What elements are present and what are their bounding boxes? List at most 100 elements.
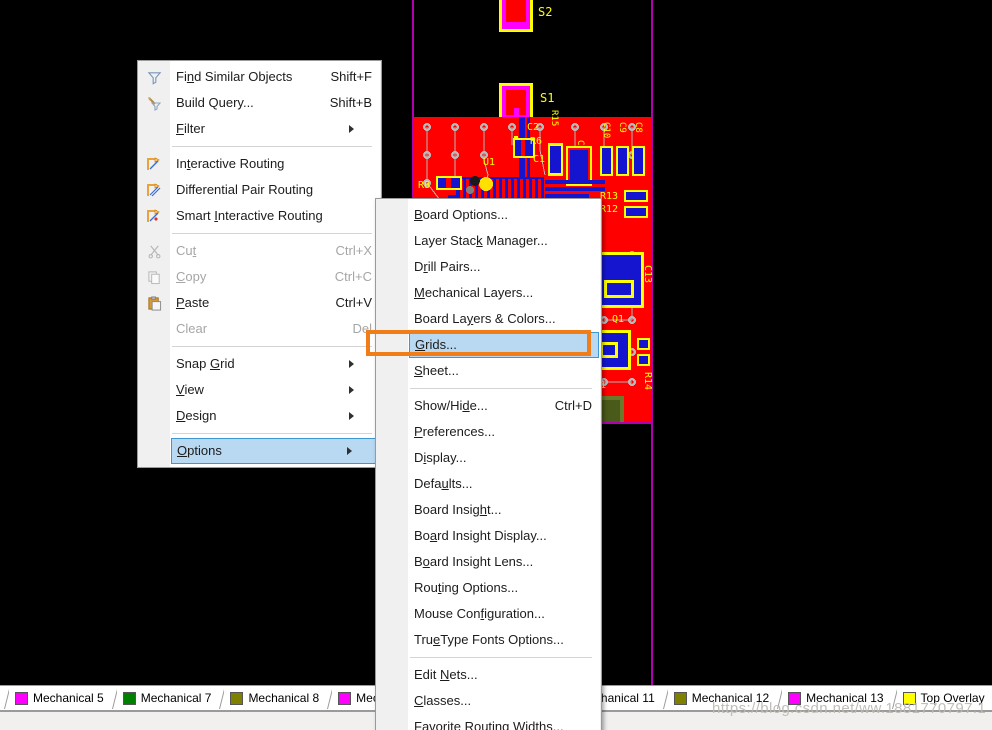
chevron-right-icon bbox=[349, 412, 372, 420]
menu-icon-gutter bbox=[139, 62, 171, 466]
submenu-item-favorite-routing-widths[interactable]: Favorite Routing Widths... bbox=[408, 714, 600, 730]
menu-item-label: Options bbox=[177, 439, 222, 463]
layer-color-swatch bbox=[123, 692, 136, 705]
submenu-item-board-insight[interactable]: Board Insight... bbox=[408, 497, 600, 523]
layer-tab-mechanical-13[interactable]: Mechanical 13 bbox=[782, 686, 887, 710]
layer-color-swatch bbox=[903, 692, 916, 705]
menu-item-label: Mechanical Layers... bbox=[414, 280, 533, 306]
layer-tab-mechanical-12[interactable]: Mechanical 12 bbox=[668, 686, 773, 710]
submenu-item-sheet[interactable]: Sheet... bbox=[408, 358, 600, 384]
svg-text:C1: C1 bbox=[533, 154, 545, 165]
svg-text:Q1: Q1 bbox=[612, 314, 624, 325]
menu-item-accel: Ctrl+C bbox=[317, 264, 372, 290]
layer-tab-label: Mechanical 8 bbox=[248, 691, 319, 705]
layer-color-swatch bbox=[338, 692, 351, 705]
options-submenu[interactable]: Board Options... Layer Stack Manager... … bbox=[375, 198, 602, 730]
menu-item-accel: Ctrl+V bbox=[318, 290, 372, 316]
submenu-item-grids[interactable]: Grids... bbox=[409, 332, 599, 358]
menu-item-snap-grid[interactable]: Snap Grid bbox=[170, 351, 380, 377]
svg-text:R6: R6 bbox=[530, 136, 542, 147]
menu-item-accel: Ctrl+X bbox=[318, 238, 372, 264]
submenu-item-classes[interactable]: Classes... bbox=[408, 688, 600, 714]
submenu-item-edit-nets[interactable]: Edit Nets... bbox=[408, 662, 600, 688]
menu-item-accel: Shift+B bbox=[312, 90, 372, 116]
svg-text:R8: R8 bbox=[418, 180, 430, 191]
menu-item-label: Mouse Configuration... bbox=[414, 601, 545, 627]
layer-tab-mechanical-5[interactable]: Mechanical 5 bbox=[9, 686, 108, 710]
menu-item-differential-pair-routing[interactable]: Differential Pair Routing bbox=[170, 177, 380, 203]
chevron-right-icon bbox=[349, 360, 372, 368]
menu-item-label: Snap Grid bbox=[176, 351, 235, 377]
submenu-separator bbox=[410, 388, 592, 389]
pcb-right-click-menu[interactable]: Find Similar Objects Shift+F Build Query… bbox=[137, 60, 382, 468]
menu-item-label: Board Insight Display... bbox=[414, 523, 547, 549]
svg-text:U1: U1 bbox=[483, 157, 495, 168]
menu-item-label: Find Similar Objects bbox=[176, 64, 292, 90]
layer-tab-top-overlay[interactable]: Top Overlay bbox=[897, 686, 989, 710]
submenu-item-board-layers-and-colors[interactable]: Board Layers & Colors... bbox=[408, 306, 600, 332]
menu-separator bbox=[172, 233, 372, 234]
submenu-item-drill-pairs[interactable]: Drill Pairs... bbox=[408, 254, 600, 280]
menu-item-label: Classes... bbox=[414, 688, 471, 714]
submenu-item-board-options[interactable]: Board Options... bbox=[408, 202, 600, 228]
menu-item-label: View bbox=[176, 377, 204, 403]
submenu-item-show-hide[interactable]: Show/Hide... Ctrl+D bbox=[408, 393, 600, 419]
menu-item-build-query[interactable]: Build Query... Shift+B bbox=[170, 90, 380, 116]
submenu-item-board-insight-lens[interactable]: Board Insight Lens... bbox=[408, 549, 600, 575]
menu-item-label: Filter bbox=[176, 116, 205, 142]
submenu-item-defaults[interactable]: Defaults... bbox=[408, 471, 600, 497]
svg-text:R15: R15 bbox=[549, 110, 559, 126]
layer-tab-label: Top Overlay bbox=[921, 691, 985, 705]
svg-text:S1: S1 bbox=[540, 91, 554, 105]
menu-item-label: Board Insight Lens... bbox=[414, 549, 533, 575]
submenu-item-display[interactable]: Display... bbox=[408, 445, 600, 471]
submenu-item-routing-options[interactable]: Routing Options... bbox=[408, 575, 600, 601]
layer-tab-separator bbox=[323, 686, 332, 710]
submenu-item-layer-stack-manager[interactable]: Layer Stack Manager... bbox=[408, 228, 600, 254]
menu-item-smart-interactive-routing[interactable]: Smart Interactive Routing bbox=[170, 203, 380, 229]
layer-tab-separator bbox=[989, 686, 992, 710]
menu-item-label: Show/Hide... bbox=[414, 393, 488, 419]
menu-item-view[interactable]: View bbox=[170, 377, 380, 403]
layer-color-swatch bbox=[674, 692, 687, 705]
menu-item-interactive-routing[interactable]: Interactive Routing bbox=[170, 151, 380, 177]
menu-item-accel: Shift+F bbox=[312, 64, 372, 90]
svg-text:C8: C8 bbox=[633, 122, 643, 133]
submenu-item-mechanical-layers[interactable]: Mechanical Layers... bbox=[408, 280, 600, 306]
submenu-separator bbox=[410, 657, 592, 658]
menu-item-label: Clear bbox=[176, 316, 207, 342]
layer-tab-mechanical-8[interactable]: Mechanical 8 bbox=[224, 686, 323, 710]
menu-item-accel: Del bbox=[334, 316, 372, 342]
layer-color-swatch bbox=[230, 692, 243, 705]
menu-item-label: Sheet... bbox=[414, 358, 459, 384]
chevron-right-icon bbox=[349, 386, 372, 394]
menu-item-find-similar-objects[interactable]: Find Similar Objects Shift+F bbox=[170, 64, 380, 90]
svg-text:C10: C10 bbox=[601, 122, 611, 138]
menu-item-list: Find Similar Objects Shift+F Build Query… bbox=[170, 61, 380, 467]
svg-text:C9: C9 bbox=[617, 122, 627, 133]
menu-item-filter[interactable]: Filter bbox=[170, 116, 380, 142]
submenu-item-list: Board Options... Layer Stack Manager... … bbox=[408, 199, 600, 730]
layer-tab-mechanical-7[interactable]: Mechanical 7 bbox=[117, 686, 216, 710]
submenu-item-mouse-configuration[interactable]: Mouse Configuration... bbox=[408, 601, 600, 627]
layer-tab-separator bbox=[888, 686, 897, 710]
layer-tab-separator bbox=[773, 686, 782, 710]
menu-item-clear: Clear Del bbox=[170, 316, 380, 342]
svg-text:R14: R14 bbox=[642, 372, 653, 390]
layer-tab-separator bbox=[215, 686, 224, 710]
menu-item-label: Copy bbox=[176, 264, 206, 290]
submenu-item-board-insight-display[interactable]: Board Insight Display... bbox=[408, 523, 600, 549]
submenu-item-truetype-fonts-options[interactable]: TrueType Fonts Options... bbox=[408, 627, 600, 653]
svg-text:R13: R13 bbox=[600, 191, 618, 202]
menu-item-label: Build Query... bbox=[176, 90, 254, 116]
menu-item-label: Differential Pair Routing bbox=[176, 177, 313, 203]
layer-tab-separator bbox=[108, 686, 117, 710]
layer-tab-label: Mechanical 7 bbox=[141, 691, 212, 705]
menu-item-design[interactable]: Design bbox=[170, 403, 380, 429]
menu-item-label: Edit Nets... bbox=[414, 662, 478, 688]
submenu-item-preferences[interactable]: Preferences... bbox=[408, 419, 600, 445]
layer-color-swatch bbox=[15, 692, 28, 705]
menu-item-options[interactable]: Options bbox=[171, 438, 379, 464]
menu-item-copy: Copy Ctrl+C bbox=[170, 264, 380, 290]
menu-item-paste[interactable]: Paste Ctrl+V bbox=[170, 290, 380, 316]
